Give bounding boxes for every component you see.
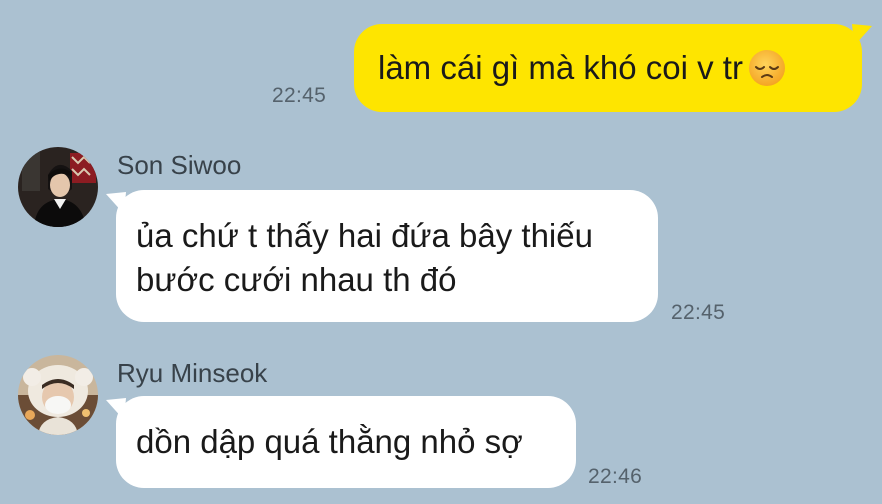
message-bubble[interactable]: làm cái gì mà khó coi v tr	[354, 24, 862, 112]
message-text-line: ủa chứ t thấy hai đứa bây thiếu	[136, 217, 593, 254]
avatar-ryu-minseok[interactable]	[18, 355, 98, 435]
sender-name: Son Siwoo	[117, 150, 242, 180]
message-text-line: bước cưới nhau th đó	[136, 261, 457, 298]
message-bubble[interactable]: ủa chứ t thấy hai đứa bây thiếu bước cướ…	[116, 190, 658, 322]
profile-photo	[18, 147, 98, 227]
message-timestamp: 22:45	[272, 84, 327, 107]
avatar-son-siwoo[interactable]	[18, 147, 98, 227]
message-timestamp: 22:45	[671, 301, 726, 324]
message-text: làm cái gì mà khó coi v tr	[378, 49, 743, 86]
profile-photo	[18, 355, 98, 435]
message-bubble[interactable]: dồn dập quá thằng nhỏ sợ	[116, 396, 576, 488]
message-timestamp: 22:46	[588, 465, 643, 488]
disappointed-face-icon	[748, 50, 785, 87]
message-text: dồn dập quá thằng nhỏ sợ	[136, 423, 523, 460]
sender-name: Ryu Minseok	[117, 358, 268, 388]
